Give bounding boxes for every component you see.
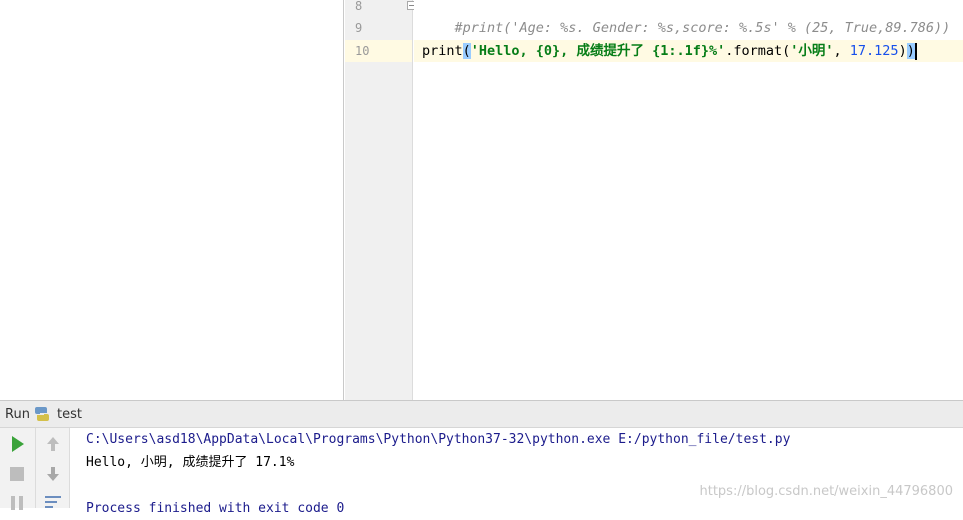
- project-panel[interactable]: [0, 0, 344, 400]
- stop-icon[interactable]: [6, 463, 28, 485]
- code-string: 'Hello, {0}, 成绩提升了 {1:.1f}%': [470, 43, 726, 59]
- run-label: Run: [5, 407, 30, 422]
- code-method: .format(: [725, 43, 791, 59]
- editor-gutter[interactable]: 8 9 10: [345, 0, 416, 400]
- console-command-line: C:\Users\asd18\AppData\Local\Programs\Py…: [86, 432, 791, 447]
- line-number: 10: [355, 44, 370, 58]
- play-icon[interactable]: [6, 433, 28, 455]
- run-toolbar-left: [0, 428, 36, 510]
- pause-icon[interactable]: [6, 492, 28, 514]
- run-tab-test[interactable]: test: [57, 407, 82, 422]
- soft-wrap-icon[interactable]: [42, 492, 64, 514]
- code-number: 17.125: [849, 43, 899, 59]
- code-editor[interactable]: #print('Age: %s. Gender: %s,score: %.5s'…: [414, 0, 963, 400]
- python-icon: [35, 407, 49, 421]
- code-paren-open: (: [462, 43, 471, 59]
- up-arrow-icon[interactable]: [42, 433, 64, 455]
- code-function: print: [422, 43, 463, 59]
- down-arrow-icon[interactable]: [42, 463, 64, 485]
- run-tool-window-header: Run test: [0, 400, 963, 428]
- watermark: https://blog.csdn.net/weixin_44796800: [699, 484, 953, 499]
- text-caret: [914, 42, 917, 60]
- code-line-10[interactable]: print('Hello, {0}, 成绩提升了 {1:.1f}%'.forma…: [422, 40, 917, 62]
- code-paren-close: ): [906, 43, 915, 59]
- code-comma: ,: [833, 43, 850, 59]
- line-number: 9: [355, 21, 363, 35]
- run-toolbar-right: [36, 428, 70, 508]
- console-exit-line: Process finished with exit code 0: [86, 501, 345, 516]
- code-arg-string: '小明': [790, 43, 834, 59]
- code-paren: ): [898, 43, 907, 59]
- console-output-line: Hello, 小明, 成绩提升了 17.1%: [86, 455, 295, 470]
- line-number: 8: [355, 0, 363, 13]
- code-comment: #print('Age: %s. Gender: %s,score: %.5s'…: [454, 20, 951, 36]
